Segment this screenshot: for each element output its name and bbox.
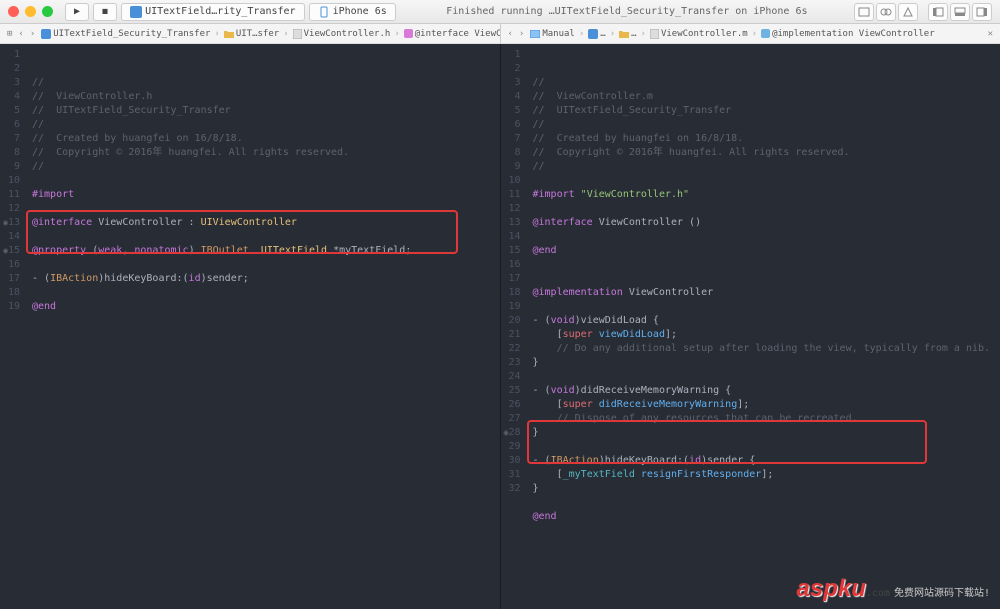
jb-manual[interactable]: Manual [527,29,578,39]
nav-back-r[interactable]: ‹ [505,29,516,39]
activity-status: Finished running …UITextField_Security_T… [400,6,854,17]
toggle-debug-area[interactable] [950,3,970,21]
scheme-selector[interactable]: UITextField…rity_Transfer [121,3,305,21]
assistant-editor[interactable]: 1234567891011121314151617181920212223242… [501,44,1000,609]
run-button[interactable]: ▶ [65,3,89,21]
close-window[interactable] [8,6,19,17]
jb-symbol[interactable]: @interface ViewController [401,29,501,39]
device-name: iPhone 6s [333,6,387,17]
device-selector[interactable]: iPhone 6s [309,3,396,21]
zoom-window[interactable] [42,6,53,17]
line-gutter: 1234567891011121314151617181920212223242… [501,44,527,609]
jb-r3[interactable]: … [616,29,639,39]
jump-bar: ⊞ ‹ › UITextField_Security_Transfer › UI… [0,24,1000,44]
jb-project[interactable]: UITextField_Security_Transfer [38,29,213,39]
line-gutter: 123456789101112◉1314◉1516171819 [0,44,26,609]
minimize-window[interactable] [25,6,36,17]
close-assistant-icon[interactable]: ✕ [985,29,996,39]
jump-bar-left: ⊞ ‹ › UITextField_Security_Transfer › UI… [0,24,501,43]
editor-area: 123456789101112◉1314◉1516171819 //// Vie… [0,44,1000,609]
jb-file[interactable]: ViewController.h [290,29,394,39]
editor-mode-standard[interactable] [854,3,874,21]
jb-symbol-r[interactable]: @implementation ViewController [758,29,938,39]
nav-back[interactable]: ‹ [15,29,26,39]
device-icon [318,6,330,18]
nav-forward[interactable]: › [27,29,38,39]
primary-editor[interactable]: 123456789101112◉1314◉1516171819 //// Vie… [0,44,501,609]
editor-mode-version[interactable] [898,3,918,21]
stop-icon: ◼ [102,6,108,17]
titlebar: ▶ ◼ UITextField…rity_Transfer iPhone 6s … [0,0,1000,24]
toggle-navigator[interactable] [928,3,948,21]
stop-button[interactable]: ◼ [93,3,117,21]
scheme-name: UITextField…rity_Transfer [145,6,296,17]
play-icon: ▶ [74,6,80,17]
window-controls [8,6,53,17]
jb-r2[interactable]: … [585,29,608,39]
app-icon [130,6,142,18]
nav-forward-r[interactable]: › [516,29,527,39]
editor-mode-assistant[interactable] [876,3,896,21]
jb-file-r[interactable]: ViewController.m [647,29,751,39]
code-area[interactable]: //// ViewController.m// UITextField_Secu… [527,44,1000,609]
code-area[interactable]: //// ViewController.h// UITextField_Secu… [26,44,500,609]
toggle-utilities[interactable] [972,3,992,21]
jb-folder[interactable]: UIT…sfer [221,29,282,39]
watermark: aspku .com 免费网站源码下载站! [797,575,991,603]
related-items-icon[interactable]: ⊞ [4,29,15,39]
jump-bar-right: ‹ › Manual › … › … › ViewController.m › … [501,24,1000,43]
toolbar-right [854,3,992,21]
